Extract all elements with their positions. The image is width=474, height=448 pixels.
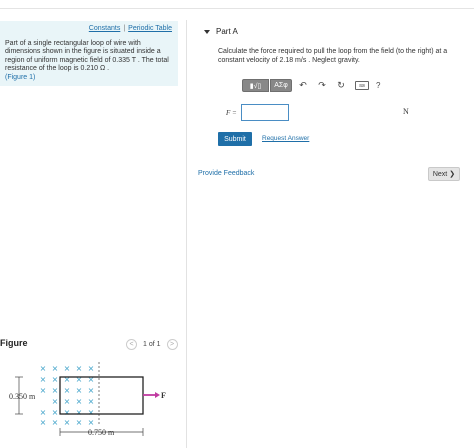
figure-page-count: 1 of 1 — [143, 341, 161, 348]
top-rule — [0, 8, 474, 9]
field-x-mark: × — [52, 386, 59, 395]
answer-input[interactable] — [240, 104, 289, 121]
field-x-mark: × — [64, 386, 71, 395]
math-toolbar: ▮√▯ ΑΣφ ↶ ↷ ↻ ⌨ ? — [242, 79, 380, 92]
part-a-title: Part A — [216, 27, 238, 36]
field-x-mark: × — [88, 418, 95, 427]
submit-button[interactable]: Submit — [218, 132, 252, 146]
field-x-mark: × — [40, 386, 47, 395]
height-label: 0.350 m — [9, 392, 36, 401]
field-x-mark: × — [76, 418, 83, 427]
field-x-mark: × — [40, 418, 47, 427]
figure-pager: < 1 of 1 > — [126, 339, 178, 350]
field-x-mark: × — [88, 386, 95, 395]
part-a-header[interactable]: Part A — [204, 27, 238, 36]
field-x-mark: × — [52, 364, 59, 373]
field-x-mark: × — [40, 408, 47, 417]
answer-row: F = — [226, 104, 289, 121]
answer-label: F = — [226, 108, 237, 117]
magnetic-field-grid: × × × × ×× × × × ×× × × × ×× × × ×× × × × ×× × × × × — [40, 364, 95, 427]
field-x-mark: × — [76, 408, 83, 417]
provide-feedback-link[interactable]: Provide Feedback — [198, 170, 254, 177]
link-separator: | — [123, 25, 126, 32]
figure-prev-button[interactable]: < — [126, 339, 137, 350]
field-x-mark: × — [64, 408, 71, 417]
keyboard-icon[interactable]: ⌨ — [355, 81, 369, 90]
field-x-mark: × — [52, 408, 59, 417]
figure-next-button[interactable]: > — [166, 339, 178, 350]
problem-info-panel: Constants | Periodic Table Part of a singl… — [0, 21, 178, 86]
loop-figure: × × × × ×× × × × ×× × × × ×× × × ×× × × × ×× × × × × 0.350 m 0.… — [9, 362, 166, 437]
field-x-mark: × — [88, 408, 95, 417]
field-x-mark: × — [88, 364, 95, 373]
field-x-mark: × — [64, 418, 71, 427]
templates-button[interactable]: ▮√▯ — [242, 79, 269, 92]
collapse-caret-icon — [204, 29, 210, 34]
request-answer-link[interactable]: Request Answer — [262, 135, 309, 142]
width-label: 0.750 m — [88, 428, 115, 437]
next-label: Next — [432, 170, 448, 178]
field-x-mark: × — [40, 364, 47, 373]
redo-icon[interactable]: ↷ — [314, 79, 330, 92]
figure-link[interactable]: (Figure 1) — [5, 74, 35, 81]
field-x-mark: × — [52, 397, 59, 406]
field-x-mark: × — [40, 375, 47, 384]
figure-heading: Figure — [0, 338, 28, 348]
field-x-mark: × — [88, 397, 95, 406]
field-x-mark: × — [64, 364, 71, 373]
reset-icon[interactable]: ↻ — [333, 79, 349, 92]
field-x-mark: × — [64, 397, 71, 406]
problem-statement: Part of a single rectangular loop of wir… — [5, 40, 169, 73]
wire-loop — [59, 376, 144, 415]
field-x-mark: × — [76, 397, 83, 406]
field-x-mark: × — [76, 364, 83, 373]
info-links: Constants | Periodic Table — [0, 25, 172, 32]
field-x-mark: × — [76, 386, 83, 395]
force-arrow-head — [155, 392, 160, 398]
undo-icon[interactable]: ↶ — [295, 79, 311, 92]
greek-symbols-button[interactable]: ΑΣφ — [270, 79, 292, 92]
part-a-question: Calculate the force required to pull the… — [218, 48, 448, 64]
answer-unit: N — [403, 107, 409, 116]
force-label: F — [161, 391, 166, 400]
column-divider — [186, 20, 187, 448]
chevron-right-icon: ❯ — [449, 171, 456, 178]
problem-text-block: Part of a single rectangular loop of wir… — [5, 40, 173, 82]
periodic-table-link[interactable]: Periodic Table — [128, 25, 172, 32]
constants-link[interactable]: Constants — [89, 25, 121, 32]
help-icon[interactable]: ? — [376, 81, 380, 90]
next-button[interactable]: Next ❯ — [428, 167, 460, 181]
field-x-mark: × — [52, 418, 59, 427]
field-x-mark: × — [52, 375, 59, 384]
